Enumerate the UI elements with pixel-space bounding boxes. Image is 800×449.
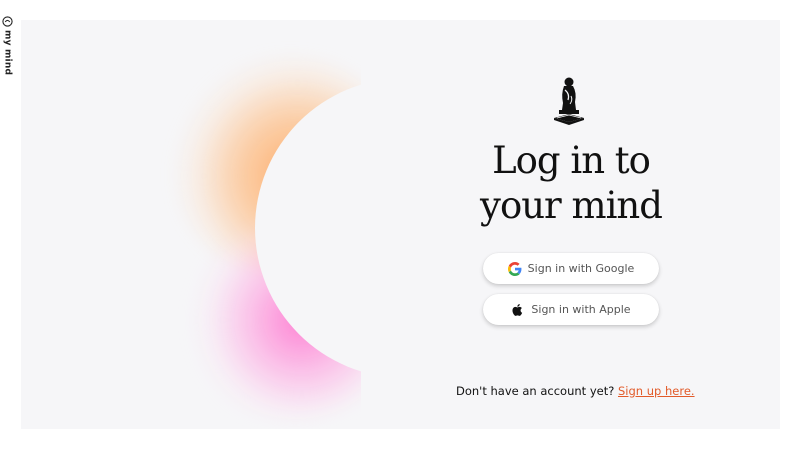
page: my mind Log in to your mind Sign in with…: [0, 0, 800, 449]
page-title: Log in to your mind: [461, 138, 681, 228]
gradient-crescent-art: [21, 20, 361, 429]
sign-in-google-button[interactable]: Sign in with Google: [483, 253, 659, 284]
signup-link[interactable]: Sign up here.: [618, 384, 695, 398]
sign-in-apple-button[interactable]: Sign in with Apple: [483, 294, 659, 325]
apple-button-label: Sign in with Apple: [531, 303, 631, 316]
brand-label: my mind: [2, 30, 13, 76]
login-panel: Log in to your mind Sign in with Google …: [21, 20, 780, 429]
google-icon: [507, 261, 522, 276]
title-line-2: your mind: [480, 184, 663, 227]
login-form: Log in to your mind Sign in with Google …: [456, 20, 761, 429]
signup-row: Don't have an account yet? Sign up here.: [456, 384, 696, 398]
signup-prompt: Don't have an account yet?: [456, 384, 615, 398]
title-line-1: Log in to: [492, 139, 651, 182]
thinker-statue-icon: [554, 77, 584, 125]
brand[interactable]: my mind: [2, 16, 13, 75]
google-button-label: Sign in with Google: [527, 262, 635, 275]
apple-icon: [512, 303, 523, 316]
mymind-logo-icon: [2, 16, 13, 27]
